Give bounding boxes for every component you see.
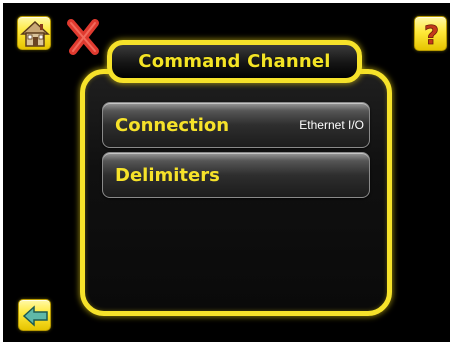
svg-text:?: ?	[424, 21, 439, 51]
close-icon[interactable]	[65, 17, 101, 57]
menu-item-connection[interactable]: Connection Ethernet I/O	[102, 102, 370, 148]
home-icon	[20, 20, 50, 47]
home-button[interactable]	[17, 16, 51, 50]
page-title: Command Channel	[138, 51, 331, 72]
title-tab: Command Channel	[107, 40, 362, 83]
help-icon: ?	[424, 21, 440, 52]
menu-item-label: Delimiters	[115, 164, 220, 186]
back-arrow-icon	[22, 305, 48, 327]
menu-item-delimiters[interactable]: Delimiters	[102, 152, 370, 198]
menu-item-value: Ethernet I/O	[299, 118, 364, 132]
menu-item-label: Connection	[115, 114, 230, 136]
device-screen: ? Command Channel Connection Ethernet I/…	[3, 3, 450, 342]
help-button[interactable]: ?	[414, 16, 447, 51]
back-button[interactable]	[18, 299, 51, 331]
